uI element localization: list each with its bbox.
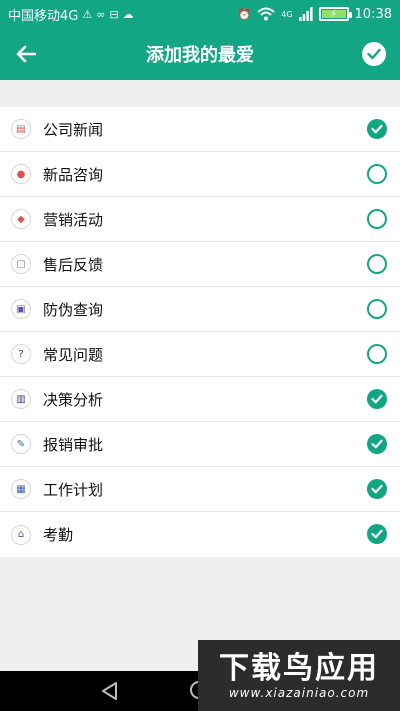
arrow-left-icon — [16, 45, 36, 63]
plan-icon: ▦ — [11, 479, 31, 499]
favorite-item-label: 决策分析 — [43, 390, 104, 409]
question-icon: ? — [11, 344, 31, 364]
favorite-item-label: 防伪查询 — [43, 300, 104, 319]
favorite-item-label: 考勤 — [43, 526, 74, 544]
new-product-icon: ● — [11, 164, 31, 184]
favorite-item[interactable]: ▣ 防伪查询 — [0, 287, 400, 332]
nav-back-icon[interactable] — [100, 681, 120, 701]
page-title: 添加我的最爱 — [146, 45, 254, 66]
battery-icon: ⚡ — [318, 7, 352, 21]
status-bar: 中国移动4G ⚠ ∞ ⊟ ☁ ⏰ 4G ⚡ 10:38 — [0, 0, 400, 28]
wifi-icon — [257, 7, 275, 21]
favorite-item-label: 工作计划 — [43, 480, 104, 499]
feedback-icon: ▢ — [11, 254, 31, 274]
checked-circle-icon[interactable] — [367, 119, 387, 139]
favorite-item-label: 常见问题 — [43, 345, 104, 364]
favorite-item-label: 新品咨询 — [43, 165, 104, 184]
favorite-item-label: 售后反馈 — [43, 255, 104, 274]
unchecked-circle-icon[interactable] — [367, 344, 387, 364]
signal-icon — [298, 7, 313, 21]
checked-circle-icon[interactable] — [367, 389, 387, 409]
checked-circle-icon[interactable] — [367, 479, 387, 499]
check-icon — [367, 48, 381, 60]
watermark-logo: 下载鸟应用 www.xiazainiao.com — [198, 640, 400, 711]
favorite-item[interactable]: ● 新品咨询 — [0, 152, 400, 197]
favorite-item-label: 营销活动 — [43, 210, 104, 229]
confirm-button[interactable] — [362, 42, 386, 66]
unchecked-circle-icon[interactable] — [367, 299, 387, 319]
anti-fake-icon: ▣ — [11, 299, 31, 319]
watermark-url: www.xiazainiao.com — [228, 685, 370, 700]
tag-icon: ◆ — [11, 209, 31, 229]
checked-circle-icon[interactable] — [367, 524, 387, 544]
favorites-list: ▤ 公司新闻 ● 新品咨询 ◆ 营销活动 ▢ 售后反馈 ▣ 防伪查询? 常见问题 ▥ 决策分析 ✎ 报销审批… — [0, 107, 400, 557]
approval-icon: ✎ — [11, 434, 31, 454]
news-icon: ▤ — [11, 119, 31, 139]
favorite-item[interactable]: ▢ 售后反馈 — [0, 242, 400, 287]
favorite-item[interactable]: ✎ 报销审批 — [0, 422, 400, 467]
checked-circle-icon[interactable] — [367, 434, 387, 454]
favorite-item-label: 公司新闻 — [43, 120, 104, 139]
carrier-group: 中国移动4G ⚠ ∞ ⊟ ☁ — [8, 5, 134, 24]
favorite-item[interactable]: ▥ 决策分析 — [0, 377, 400, 422]
attendance-icon: ⌂ — [11, 524, 31, 545]
alarm-icon: ⏰ — [237, 7, 252, 21]
wechat-icon: ☁ — [122, 7, 134, 21]
car-icon: ⊟ — [109, 7, 119, 21]
favorite-item[interactable]: ? 常见问题 — [0, 332, 400, 377]
back-button[interactable] — [12, 40, 40, 68]
network-type: 4G — [281, 9, 293, 19]
watermark-name: 下载鸟应用 — [219, 650, 379, 686]
status-right: ⏰ 4G ⚡ 10:38 — [238, 7, 392, 22]
voicemail-icon: ∞ — [96, 7, 106, 21]
chart-icon: ▥ — [11, 389, 31, 409]
favorite-item[interactable]: ◆ 营销活动 — [0, 197, 400, 242]
unchecked-circle-icon[interactable] — [367, 209, 387, 229]
unchecked-circle-icon[interactable] — [367, 164, 387, 184]
favorite-item[interactable]: ▤ 公司新闻 — [0, 107, 400, 152]
favorite-item[interactable]: ▦ 工作计划 — [0, 467, 400, 512]
favorite-item[interactable]: ⌂ 考勤 — [0, 512, 400, 557]
favorite-item-label: 报销审批 — [43, 435, 104, 454]
unchecked-circle-icon[interactable] — [367, 254, 387, 274]
warning-icon: ⚠ — [82, 7, 93, 21]
carrier-name: 中国移动4G — [8, 8, 79, 24]
status-time: 10:38 — [354, 6, 392, 22]
app-bar: 添加我的最爱 — [0, 28, 400, 80]
